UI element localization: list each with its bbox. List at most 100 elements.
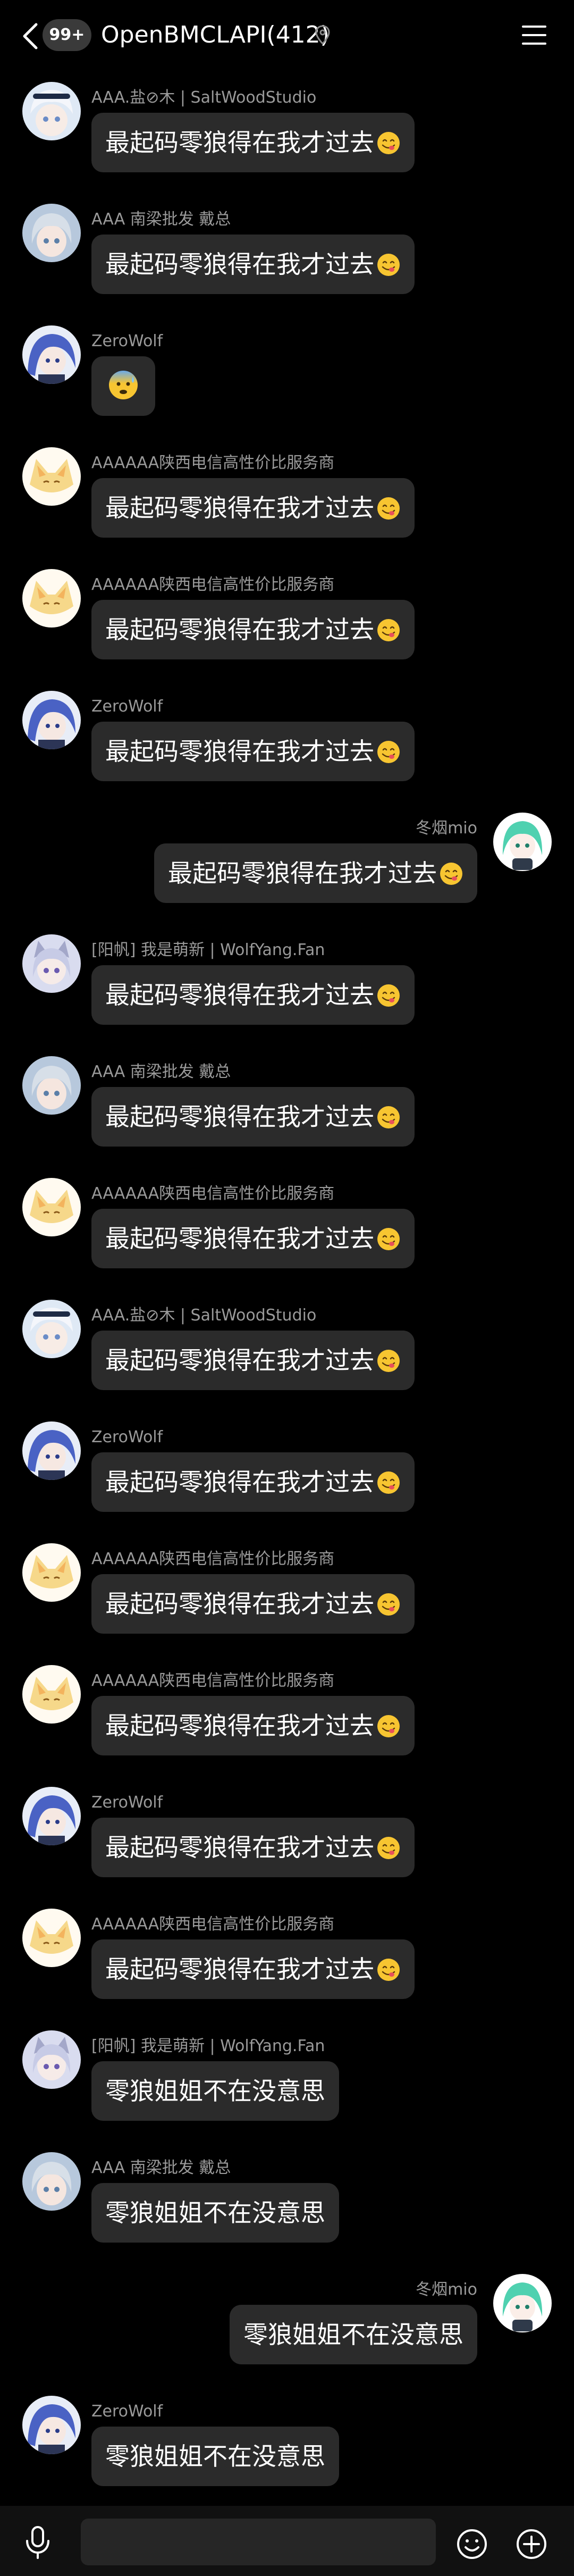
message-row: 冬烟mio 零狼姐姐不在没意思: [0, 2274, 574, 2391]
sender-name[interactable]: ZeroWolf: [91, 2401, 163, 2422]
face-savoring-food-emoji-icon: [376, 1714, 401, 1738]
message-row: ZeroWolf: [0, 325, 574, 442]
avatar-green-hair[interactable]: [493, 2274, 552, 2332]
avatar-fox[interactable]: [22, 569, 81, 628]
avatar-blue-hair[interactable]: [22, 325, 81, 384]
face-savoring-food-emoji-icon: [376, 131, 401, 155]
input-bar: [0, 2506, 574, 2576]
message-bubble[interactable]: 零狼姐姐不在没意思: [91, 2061, 339, 2121]
message-bubble[interactable]: 最起码零狼得在我才过去: [91, 1574, 415, 1634]
message-row: AAAAAA陕西电信高性价比服务商最起码零狼得在我才过去: [0, 1178, 574, 1295]
avatar-fox[interactable]: [22, 1909, 81, 1967]
avatar-white-hair[interactable]: [22, 1300, 81, 1358]
sender-name[interactable]: ZeroWolf: [91, 1792, 163, 1813]
message-text: 最起码零狼得在我才过去: [105, 1711, 374, 1740]
message-text: 零狼姐姐不在没意思: [243, 2320, 463, 2349]
avatar-blue-hair[interactable]: [22, 1787, 81, 1845]
face-savoring-food-emoji-icon: [439, 862, 463, 886]
face-savoring-food-emoji-icon: [376, 1836, 401, 1860]
message-bubble[interactable]: 最起码零狼得在我才过去: [91, 235, 415, 294]
message-row: ZeroWolf 最起码零狼得在我才过去: [0, 691, 574, 808]
message-bubble[interactable]: 最起码零狼得在我才过去: [91, 1939, 415, 1999]
sender-name[interactable]: AAA 南梁批发 戴总: [91, 1061, 231, 1083]
smiley-icon[interactable]: [456, 2528, 488, 2560]
face-savoring-food-emoji-icon: [376, 983, 401, 1008]
avatar-white-hair[interactable]: [22, 82, 81, 140]
sender-name[interactable]: [阳帆] 我是萌新 | WolfYang.Fan: [91, 940, 325, 961]
message-bubble[interactable]: 最起码零狼得在我才过去: [91, 1087, 415, 1147]
avatar-silver-hair[interactable]: [22, 1056, 81, 1115]
sender-name[interactable]: 冬烟mio: [416, 2279, 477, 2301]
avatar-silver-hair[interactable]: [22, 204, 81, 262]
sender-name[interactable]: AAAAAA陕西电信高性价比服务商: [91, 1914, 334, 1935]
avatar-green-hair[interactable]: [493, 813, 552, 871]
microphone-icon[interactable]: [24, 2526, 51, 2559]
avatar-wolf-girl[interactable]: [22, 2030, 81, 2089]
message-row: AAA.盐⊘木 | SaltWoodStudio 最起码零狼得在我才过去: [0, 1300, 574, 1417]
avatar-fox[interactable]: [22, 447, 81, 506]
message-text: 最起码零狼得在我才过去: [168, 859, 437, 888]
unread-count-badge[interactable]: 99+: [43, 19, 91, 51]
message-row: AAA 南梁批发 戴总最起码零狼得在我才过去: [0, 204, 574, 321]
message-input[interactable]: [81, 2519, 436, 2565]
message-bubble[interactable]: 零狼姐姐不在没意思: [230, 2305, 477, 2364]
message-bubble[interactable]: [91, 356, 155, 416]
message-bubble[interactable]: 最起码零狼得在我才过去: [91, 1209, 415, 1268]
avatar-fox[interactable]: [22, 1665, 81, 1724]
face-savoring-food-emoji-icon: [376, 1349, 401, 1373]
sender-name[interactable]: ZeroWolf: [91, 331, 163, 352]
avatar-blue-hair[interactable]: [22, 1421, 81, 1480]
avatar-fox[interactable]: [22, 1178, 81, 1236]
message-bubble[interactable]: 最起码零狼得在我才过去: [91, 113, 415, 172]
message-row: AAAAAA陕西电信高性价比服务商最起码零狼得在我才过去: [0, 569, 574, 686]
message-row: AAA 南梁批发 戴总零狼姐姐不在没意思: [0, 2152, 574, 2269]
sender-name[interactable]: AAA 南梁批发 戴总: [91, 2157, 231, 2179]
face-savoring-food-emoji-icon: [376, 496, 401, 521]
message-bubble[interactable]: 最起码零狼得在我才过去: [91, 1818, 415, 1877]
message-text: 最起码零狼得在我才过去: [105, 1468, 374, 1496]
message-text: 最起码零狼得在我才过去: [105, 494, 374, 522]
message-bubble[interactable]: 零狼姐姐不在没意思: [91, 2183, 339, 2243]
hamburger-menu-icon[interactable]: [521, 23, 547, 47]
message-row: [阳帆] 我是萌新 | WolfYang.Fan 最起码零狼得在我才过去: [0, 934, 574, 1051]
avatar-silver-hair[interactable]: [22, 2152, 81, 2211]
message-text: 零狼姐姐不在没意思: [105, 2077, 325, 2105]
sender-name[interactable]: ZeroWolf: [91, 1427, 163, 1448]
sender-name[interactable]: AAA.盐⊘木 | SaltWoodStudio: [91, 87, 316, 108]
message-row: AAA 南梁批发 戴总最起码零狼得在我才过去: [0, 1056, 574, 1173]
chat-title[interactable]: OpenBMCLAPI(412): [101, 19, 330, 51]
avatar-fox[interactable]: [22, 1543, 81, 1602]
message-bubble[interactable]: 最起码零狼得在我才过去: [91, 600, 415, 659]
message-bubble[interactable]: 最起码零狼得在我才过去: [91, 478, 415, 538]
avatar-blue-hair[interactable]: [22, 2396, 81, 2454]
message-bubble[interactable]: 最起码零狼得在我才过去: [91, 1452, 415, 1512]
sender-name[interactable]: AAAAAA陕西电信高性价比服务商: [91, 574, 334, 596]
face-savoring-food-emoji-icon: [376, 1105, 401, 1130]
message-bubble[interactable]: 最起码零狼得在我才过去: [154, 843, 477, 903]
face-savoring-food-emoji-icon: [376, 1470, 401, 1495]
chat-header: 99+ OpenBMCLAPI(412): [0, 0, 574, 70]
sender-name[interactable]: [阳帆] 我是萌新 | WolfYang.Fan: [91, 2036, 325, 2057]
sender-name[interactable]: 冬烟mio: [416, 818, 477, 839]
back-chevron-icon[interactable]: [18, 21, 44, 51]
face-savoring-food-emoji-icon: [376, 1592, 401, 1617]
avatar-wolf-girl[interactable]: [22, 934, 81, 993]
sender-name[interactable]: AAAAAA陕西电信高性价比服务商: [91, 1670, 334, 1692]
message-text: 最起码零狼得在我才过去: [105, 1346, 374, 1375]
sender-name[interactable]: AAAAAA陕西电信高性价比服务商: [91, 1549, 334, 1570]
sender-name[interactable]: ZeroWolf: [91, 696, 163, 717]
avatar-blue-hair[interactable]: [22, 691, 81, 749]
sender-name[interactable]: AAA.盐⊘木 | SaltWoodStudio: [91, 1305, 316, 1326]
sender-name[interactable]: AAAAAA陕西电信高性价比服务商: [91, 453, 334, 474]
message-bubble[interactable]: 最起码零狼得在我才过去: [91, 1331, 415, 1390]
message-bubble[interactable]: 零狼姐姐不在没意思: [91, 2427, 339, 2486]
message-bubble[interactable]: 最起码零狼得在我才过去: [91, 722, 415, 781]
message-row: AAAAAA陕西电信高性价比服务商最起码零狼得在我才过去: [0, 447, 574, 564]
message-bubble[interactable]: 最起码零狼得在我才过去: [91, 1696, 415, 1755]
message-bubble[interactable]: 最起码零狼得在我才过去: [91, 965, 415, 1025]
plus-circle-icon[interactable]: [516, 2528, 547, 2560]
sender-name[interactable]: AAA 南梁批发 戴总: [91, 209, 231, 230]
sender-name[interactable]: AAAAAA陕西电信高性价比服务商: [91, 1183, 334, 1205]
message-text: 最起码零狼得在我才过去: [105, 981, 374, 1009]
message-row: ZeroWolf 零狼姐姐不在没意思: [0, 2396, 574, 2513]
